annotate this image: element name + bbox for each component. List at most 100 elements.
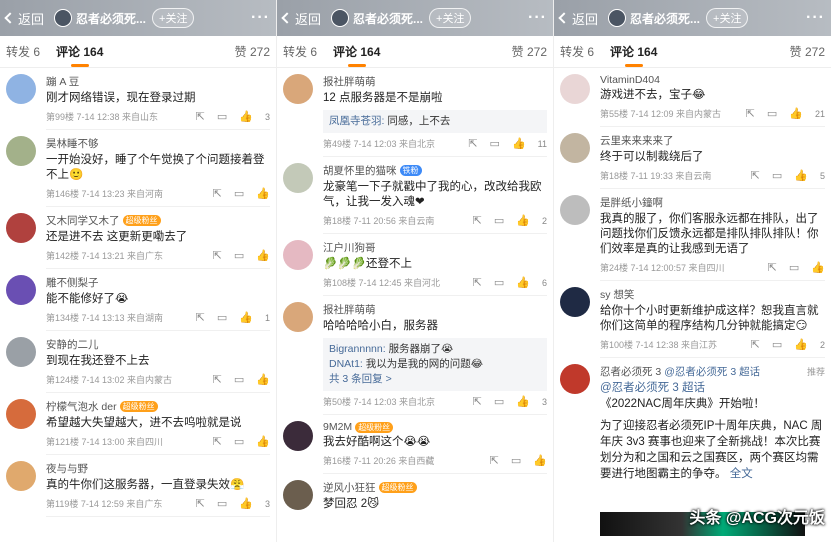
like-icon[interactable]: 👍: [811, 261, 825, 274]
like-icon[interactable]: 👍: [239, 311, 253, 324]
like-icon[interactable]: 👍: [516, 214, 530, 227]
commenter-name[interactable]: 蹦 A 豆: [46, 74, 79, 89]
back-button[interactable]: 返回: [281, 9, 321, 28]
tab-comments[interactable]: 评论 164: [610, 43, 657, 60]
share-icon[interactable]: ⇱: [196, 311, 205, 324]
reply-icon[interactable]: ▭: [234, 187, 244, 200]
like-icon[interactable]: 👍: [256, 187, 270, 200]
read-more-link[interactable]: 全文: [730, 468, 753, 480]
tab-likes[interactable]: 赞 272: [512, 43, 547, 60]
follow-button[interactable]: +关注: [429, 8, 472, 28]
tab-repost[interactable]: 转发 6: [6, 43, 40, 60]
avatar[interactable]: [6, 136, 36, 166]
like-icon[interactable]: 👍: [516, 395, 530, 408]
commenter-name[interactable]: 是胖纸小鐘啊: [600, 195, 663, 210]
reply-icon[interactable]: ▭: [789, 261, 799, 274]
avatar[interactable]: [283, 163, 313, 193]
reply-author[interactable]: 凤凰寺苍羽:: [329, 115, 384, 127]
share-icon[interactable]: ⇱: [768, 261, 777, 274]
reply-icon[interactable]: ▭: [494, 276, 504, 289]
share-icon[interactable]: ⇱: [196, 497, 205, 510]
account-avatar[interactable]: [54, 9, 73, 27]
super-topic-link[interactable]: @忍者必须死 3 超话: [600, 380, 825, 396]
share-icon[interactable]: ⇱: [490, 454, 499, 467]
more-icon[interactable]: ···: [251, 9, 270, 27]
avatar[interactable]: [283, 480, 313, 510]
tab-comments[interactable]: 评论 164: [56, 43, 103, 60]
reply-icon[interactable]: ▭: [767, 107, 777, 120]
share-icon[interactable]: ⇱: [213, 373, 222, 386]
like-icon[interactable]: 👍: [256, 435, 270, 448]
commenter-name[interactable]: 安静的二儿: [46, 337, 99, 352]
commenter-name[interactable]: 又木同学又木了: [46, 213, 120, 228]
like-icon[interactable]: 👍: [239, 110, 253, 123]
tab-likes[interactable]: 赞 272: [790, 43, 825, 60]
avatar[interactable]: [283, 302, 313, 332]
commenter-name[interactable]: 胡夏怀里的猫咪: [323, 163, 397, 178]
post-topic-link[interactable]: @忍者必须死 3 超话: [664, 364, 760, 380]
commenter-name[interactable]: 雕不侧梨子: [46, 275, 99, 290]
share-icon[interactable]: ⇱: [746, 107, 755, 120]
post-author[interactable]: 忍者必须死 3: [600, 364, 661, 380]
commenter-name[interactable]: 报社胖萌萌: [323, 74, 376, 89]
commenter-name[interactable]: sy 想笑: [600, 287, 634, 302]
share-icon[interactable]: ⇱: [751, 169, 760, 182]
reply-icon[interactable]: ▭: [234, 435, 244, 448]
commenter-name[interactable]: 江户川狗哥: [323, 240, 376, 255]
account-avatar[interactable]: [331, 9, 350, 27]
reply-icon[interactable]: ▭: [494, 395, 504, 408]
recommended-post[interactable]: 忍者必须死 3 @忍者必须死 3 超话 推荐 @忍者必须死 3 超话 《2022NA…: [554, 358, 831, 482]
reply-icon[interactable]: ▭: [234, 249, 244, 262]
commenter-name[interactable]: 云里来来来来了: [600, 133, 674, 148]
commenter-name[interactable]: 报社胖萌萌: [323, 302, 376, 317]
reply-box[interactable]: 凤凰寺苍羽: 同感，上不去: [323, 110, 547, 133]
commenter-name[interactable]: 夜与与野: [46, 461, 88, 476]
like-icon[interactable]: 👍: [789, 107, 803, 120]
follow-button[interactable]: +关注: [706, 8, 749, 28]
commenter-name[interactable]: 柠檬气泡水 der: [46, 399, 117, 414]
reply-icon[interactable]: ▭: [511, 454, 521, 467]
back-button[interactable]: 返回: [4, 9, 44, 28]
tab-repost[interactable]: 转发 6: [560, 43, 594, 60]
share-icon[interactable]: ⇱: [213, 187, 222, 200]
commenter-name[interactable]: VitaminD404: [600, 74, 660, 86]
tab-repost[interactable]: 转发 6: [283, 43, 317, 60]
reply-icon[interactable]: ▭: [217, 311, 227, 324]
like-icon[interactable]: 👍: [256, 249, 270, 262]
more-icon[interactable]: ···: [806, 9, 825, 27]
avatar[interactable]: [560, 195, 590, 225]
share-icon[interactable]: ⇱: [473, 395, 482, 408]
like-icon[interactable]: 👍: [256, 373, 270, 386]
like-icon[interactable]: 👍: [239, 497, 253, 510]
avatar[interactable]: [6, 275, 36, 305]
commenter-name[interactable]: 9M2M: [323, 421, 352, 433]
like-icon[interactable]: 👍: [794, 338, 808, 351]
avatar[interactable]: [6, 213, 36, 243]
more-icon[interactable]: ···: [528, 9, 547, 27]
like-icon[interactable]: 👍: [512, 137, 526, 150]
share-icon[interactable]: ⇱: [196, 110, 205, 123]
avatar[interactable]: [6, 399, 36, 429]
reply-icon[interactable]: ▭: [234, 373, 244, 386]
avatar[interactable]: [283, 74, 313, 104]
reply-author[interactable]: DNAt1:: [329, 358, 363, 370]
account-avatar[interactable]: [608, 9, 627, 27]
reply-icon[interactable]: ▭: [494, 214, 504, 227]
reply-icon[interactable]: ▭: [490, 137, 500, 150]
reply-author[interactable]: Bigrannnnn:: [329, 343, 386, 355]
commenter-name[interactable]: 逆风小狂狂: [323, 480, 376, 495]
share-icon[interactable]: ⇱: [468, 137, 477, 150]
avatar[interactable]: [6, 337, 36, 367]
tab-comments[interactable]: 评论 164: [333, 43, 380, 60]
avatar[interactable]: [283, 240, 313, 270]
avatar[interactable]: [560, 364, 590, 394]
share-icon[interactable]: ⇱: [473, 214, 482, 227]
more-replies-link[interactable]: 共 3 条回复 >: [329, 372, 541, 387]
share-icon[interactable]: ⇱: [473, 276, 482, 289]
avatar[interactable]: [6, 461, 36, 491]
avatar[interactable]: [560, 133, 590, 163]
avatar[interactable]: [560, 287, 590, 317]
reply-box[interactable]: Bigrannnnn: 服务器崩了😭 DNAt1: 我以为是我的网的问题😂 共 …: [323, 338, 547, 391]
account-title[interactable]: 忍者必须死...: [353, 10, 423, 27]
reply-icon[interactable]: ▭: [217, 110, 227, 123]
